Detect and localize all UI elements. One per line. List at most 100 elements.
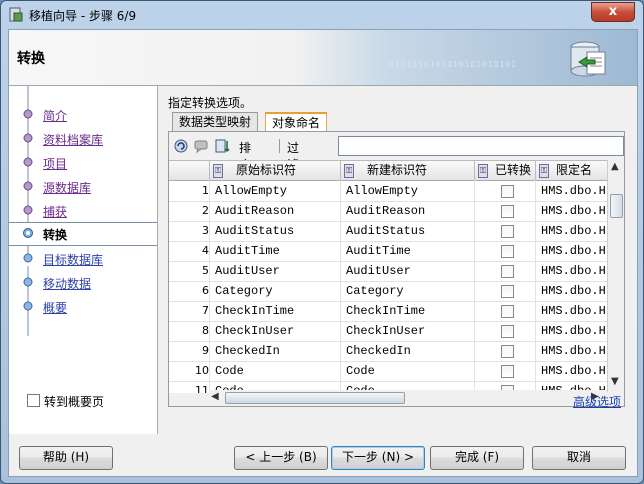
advanced-options-link[interactable]: 高级选项 [573, 393, 621, 410]
new-identifier-cell[interactable]: AuditUser [346, 264, 472, 278]
step-label: 项目 [43, 157, 68, 171]
steps-sidebar: 简介 资料档案库 项目 源数据库 捕获 转换 目标数据库 移动数据 概要 [9, 86, 158, 434]
step-label: 概要 [43, 301, 68, 315]
main-panel: 指定转换选项。 数据类型映射 对象命名 排序.. 过滤器: [158, 86, 637, 434]
wizard-window: 移植向导 - 步骤 6/9 x 转换 010101010101010101010… [0, 0, 644, 484]
step-capture[interactable]: 捕获 [9, 200, 157, 222]
original-identifier-cell[interactable]: AuditTime [215, 244, 339, 258]
step-project[interactable]: 项目 [9, 152, 157, 174]
scroll-down-icon[interactable]: ▼ [611, 376, 619, 387]
table-row[interactable]: 7 CheckInTime CheckInTime HMS.dbo.H [169, 301, 607, 322]
step-label: 转换 [43, 228, 68, 242]
step-intro[interactable]: 简介 [9, 104, 157, 126]
table-row[interactable]: 4 AuditTime AuditTime HMS.dbo.H [169, 241, 607, 262]
original-identifier-cell[interactable]: AllowEmpty [215, 184, 339, 198]
column-header-original[interactable]: ⚿ 原始标识符 [210, 161, 341, 180]
instruction-text: 指定转换选项。 [168, 96, 253, 110]
original-identifier-cell[interactable]: CheckInUser [215, 324, 339, 338]
comment-icon[interactable] [193, 138, 209, 154]
converted-checkbox[interactable] [501, 345, 514, 358]
step-source-db[interactable]: 源数据库 [9, 176, 157, 198]
horizontal-scrollbar[interactable]: ◀ ▶ [209, 390, 607, 405]
original-identifier-cell[interactable]: AuditUser [215, 264, 339, 278]
row-number: 5 [202, 264, 209, 277]
app-icon [9, 7, 23, 22]
row-number: 9 [202, 344, 209, 357]
step-summary[interactable]: 概要 [9, 296, 157, 318]
qualified-name-cell: HMS.dbo.H [541, 344, 605, 358]
sort-icon[interactable] [215, 138, 231, 154]
converted-checkbox[interactable] [501, 285, 514, 298]
step-label: 捕获 [43, 205, 68, 219]
column-header-qualified[interactable]: ⚿ 限定名 [536, 161, 607, 180]
converted-checkbox[interactable] [501, 325, 514, 338]
refresh-icon[interactable] [173, 138, 189, 154]
scroll-left-icon[interactable]: ◀ [211, 391, 219, 402]
new-identifier-cell[interactable]: AuditTime [346, 244, 472, 258]
tab-datatype-mapping[interactable]: 数据类型映射 [172, 112, 259, 131]
table-row[interactable]: 10 Code Code HMS.dbo.H [169, 361, 607, 382]
table-row[interactable]: 6 Category Category HMS.dbo.H [169, 281, 607, 302]
original-identifier-cell[interactable]: CheckedIn [215, 344, 339, 358]
step-target-db[interactable]: 目标数据库 [9, 248, 157, 270]
step-convert[interactable]: 转换 [9, 222, 157, 246]
converted-checkbox[interactable] [501, 365, 514, 378]
table-row[interactable]: 5 AuditUser AuditUser HMS.dbo.H [169, 261, 607, 282]
new-identifier-cell[interactable]: CheckInUser [346, 324, 472, 338]
new-identifier-cell[interactable]: CheckedIn [346, 344, 472, 358]
original-identifier-cell[interactable]: Code [215, 364, 339, 378]
tab-object-naming[interactable]: 对象命名 [265, 112, 328, 132]
horizontal-scroll-thumb[interactable] [225, 392, 405, 404]
original-identifier-cell[interactable]: AuditStatus [215, 224, 339, 238]
cancel-button[interactable]: 取消 [532, 446, 626, 470]
converted-checkbox[interactable] [501, 225, 514, 238]
goto-summary-checkbox[interactable] [27, 394, 40, 407]
new-identifier-cell[interactable]: AuditStatus [346, 224, 472, 238]
original-identifier-cell[interactable]: CheckInTime [215, 304, 339, 318]
new-identifier-cell[interactable]: AllowEmpty [346, 184, 472, 198]
wizard-body: 转换 0101010101010101010101 简介 资料档案库 项目 源数… [8, 29, 638, 477]
qualified-name-cell: HMS.dbo.H [541, 264, 605, 278]
column-header-converted[interactable]: ⚿ 已转换 [475, 161, 536, 180]
table-row[interactable]: 2 AuditReason AuditReason HMS.dbo.H [169, 201, 607, 222]
vertical-scrollbar[interactable]: ▲ ▼ [607, 160, 624, 392]
step-repository[interactable]: 资料档案库 [9, 128, 157, 150]
table-row[interactable]: 9 CheckedIn CheckedIn HMS.dbo.H [169, 341, 607, 362]
finish-button[interactable]: 完成 (F) [430, 446, 524, 470]
qualified-name-cell: HMS.dbo.H [541, 244, 605, 258]
new-identifier-cell[interactable]: Code [346, 364, 472, 378]
row-number: 10 [195, 364, 209, 377]
page-title: 转换 [17, 51, 45, 67]
help-button[interactable]: 帮助 (H) [19, 446, 113, 470]
step-done-icon [23, 133, 33, 143]
table-row[interactable]: 3 AuditStatus AuditStatus HMS.dbo.H [169, 221, 607, 242]
back-button[interactable]: < 上一步 (B) [234, 446, 328, 470]
next-button[interactable]: 下一步 (N) > [331, 446, 425, 470]
row-number: 6 [202, 284, 209, 297]
new-identifier-cell[interactable]: AuditReason [346, 204, 472, 218]
new-identifier-cell[interactable]: CheckInTime [346, 304, 472, 318]
scroll-up-icon[interactable]: ▲ [611, 161, 619, 172]
close-button[interactable]: x [591, 2, 635, 22]
original-identifier-cell[interactable]: Category [215, 284, 339, 298]
original-identifier-cell[interactable]: AuditReason [215, 204, 339, 218]
table-row[interactable]: 1 AllowEmpty AllowEmpty HMS.dbo.H [169, 181, 607, 202]
new-identifier-cell[interactable]: Category [346, 284, 472, 298]
step-label: 移动数据 [43, 277, 92, 291]
row-number: 4 [202, 244, 209, 257]
converted-checkbox[interactable] [501, 265, 514, 278]
table-row[interactable]: 8 CheckInUser CheckInUser HMS.dbo.H [169, 321, 607, 342]
step-future-icon [23, 253, 33, 263]
filter-input[interactable] [338, 136, 624, 156]
column-header-new[interactable]: ⚿ 新建标识符 [341, 161, 475, 180]
converted-checkbox[interactable] [501, 245, 514, 258]
step-done-icon [23, 181, 33, 191]
step-move-data[interactable]: 移动数据 [9, 272, 157, 294]
qualified-name-cell: HMS.dbo.H [541, 184, 605, 198]
grid-header: ⚿ 原始标识符 ⚿ 新建标识符 ⚿ 已转换 ⚿ 限定名 [169, 161, 607, 181]
vertical-scroll-thumb[interactable] [610, 194, 623, 218]
key-icon: ⚿ [213, 164, 223, 178]
converted-checkbox[interactable] [501, 185, 514, 198]
converted-checkbox[interactable] [501, 205, 514, 218]
converted-checkbox[interactable] [501, 305, 514, 318]
